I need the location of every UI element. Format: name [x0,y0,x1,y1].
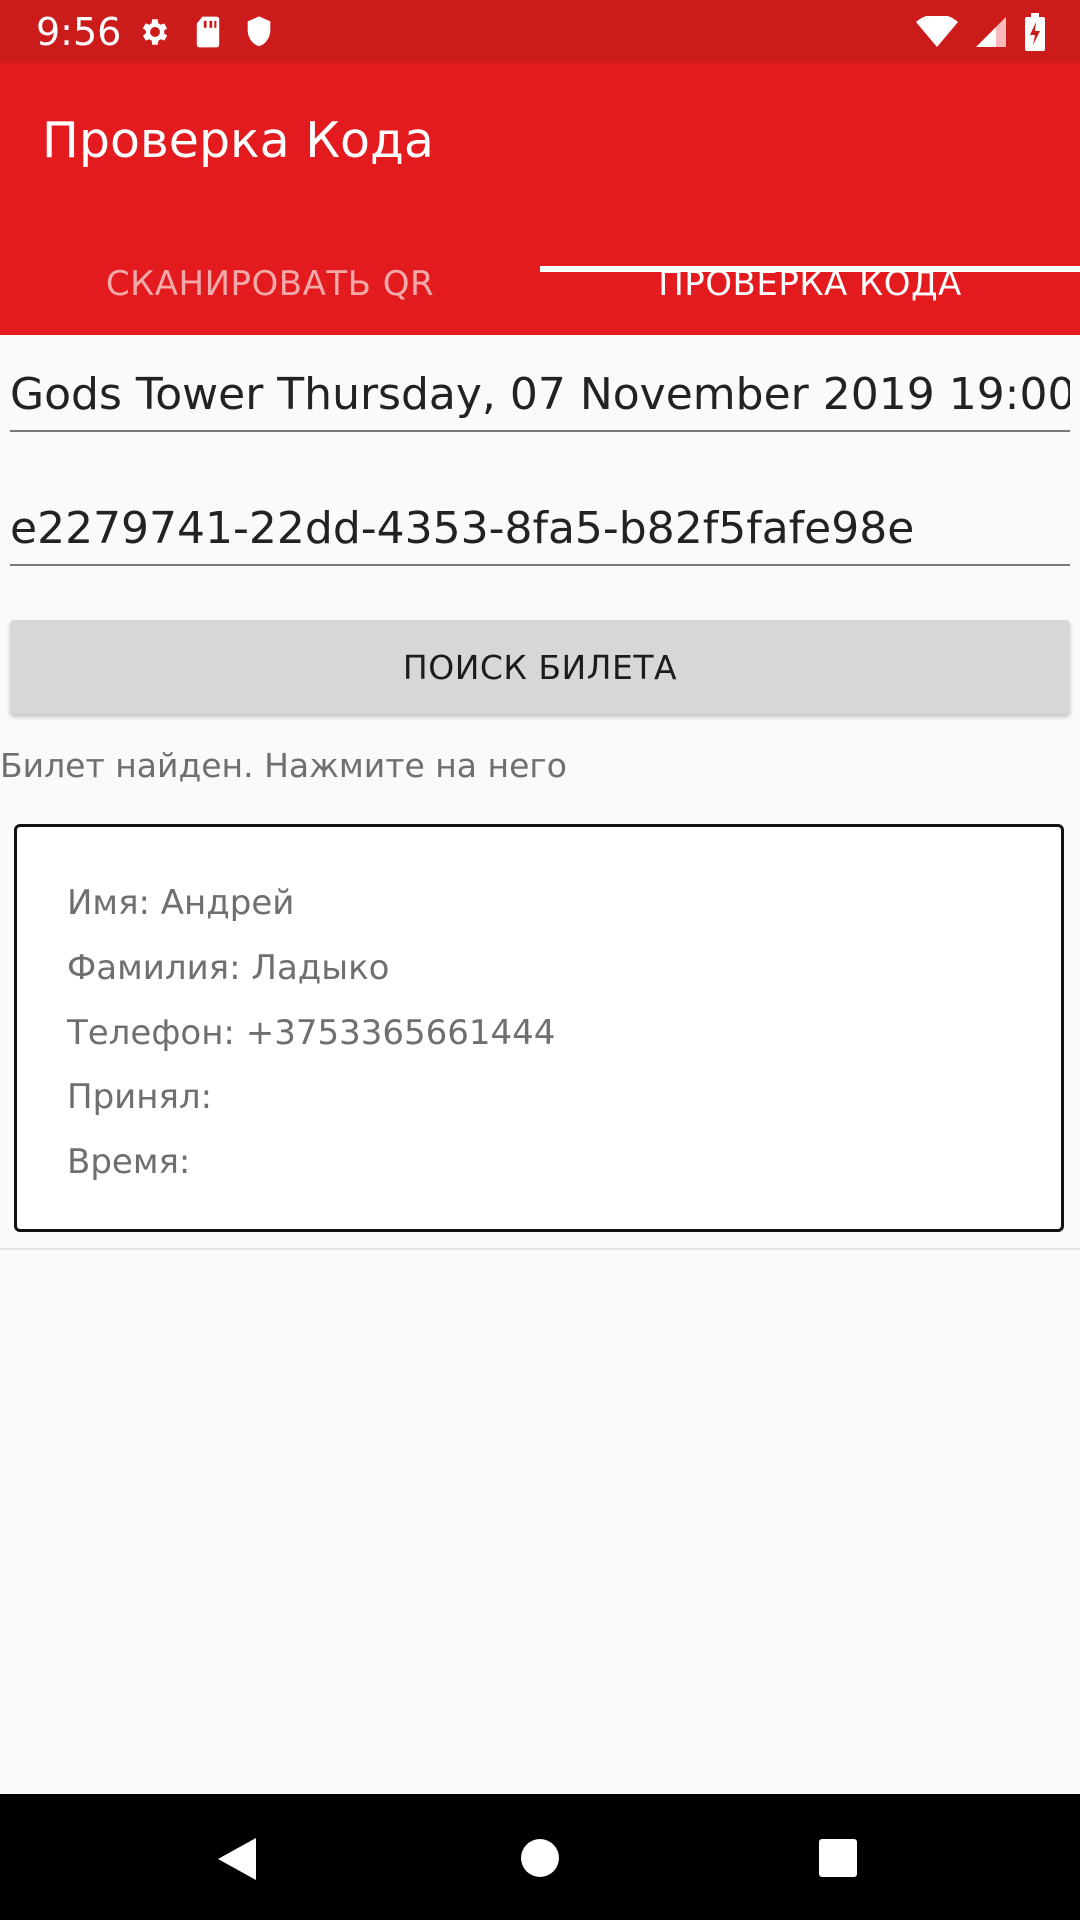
tab-check-code[interactable]: ПРОВЕРКА КОДА [540,251,1080,335]
tab-scan-qr[interactable]: СКАНИРОВАТЬ QR [0,251,540,335]
status-icons-left [138,14,274,50]
recents-icon[interactable] [818,1838,858,1882]
cell-signal-icon [974,15,1008,49]
tab-indicator [540,266,1080,272]
ticket-accepted-by: Принял: [67,1077,213,1117]
status-bar: 9:56 [0,0,1080,63]
search-ticket-button[interactable]: ПОИСК БИЛЕТА [10,620,1070,714]
ticket-name: Имя: Андрей [67,883,295,923]
battery-charging-icon [1024,13,1046,51]
back-icon[interactable] [216,1836,258,1886]
app-title: Проверка Кода [42,112,434,169]
code-input[interactable]: e2279741-22dd-4353-8fa5-b82f5fafe98e [10,494,1070,566]
ticket-time: Время: [67,1142,191,1182]
status-message: Билет найден. Нажмите на него [0,746,567,785]
shield-icon [244,15,274,49]
status-icons-right [916,13,1046,51]
sd-card-icon [194,15,222,49]
home-icon[interactable] [520,1838,560,1882]
wifi-icon [916,16,958,48]
app-bar: Проверка Кода СКАНИРОВАТЬ QR ПРОВЕРКА КО… [0,63,1080,335]
gear-icon [138,15,172,49]
status-time: 9:56 [36,10,122,54]
event-field[interactable]: Gods Tower Thursday, 07 November 2019 19… [10,360,1070,432]
tab-bar: СКАНИРОВАТЬ QR ПРОВЕРКА КОДА [0,251,1080,335]
ticket-surname: Фамилия: Ладыко [67,948,390,988]
ticket-card[interactable]: Имя: Андрей Фамилия: Ладыко Телефон: +37… [14,824,1064,1232]
divider [0,1248,1080,1250]
ticket-phone: Телефон: +3753365661444 [67,1013,556,1053]
navigation-bar [0,1794,1080,1920]
